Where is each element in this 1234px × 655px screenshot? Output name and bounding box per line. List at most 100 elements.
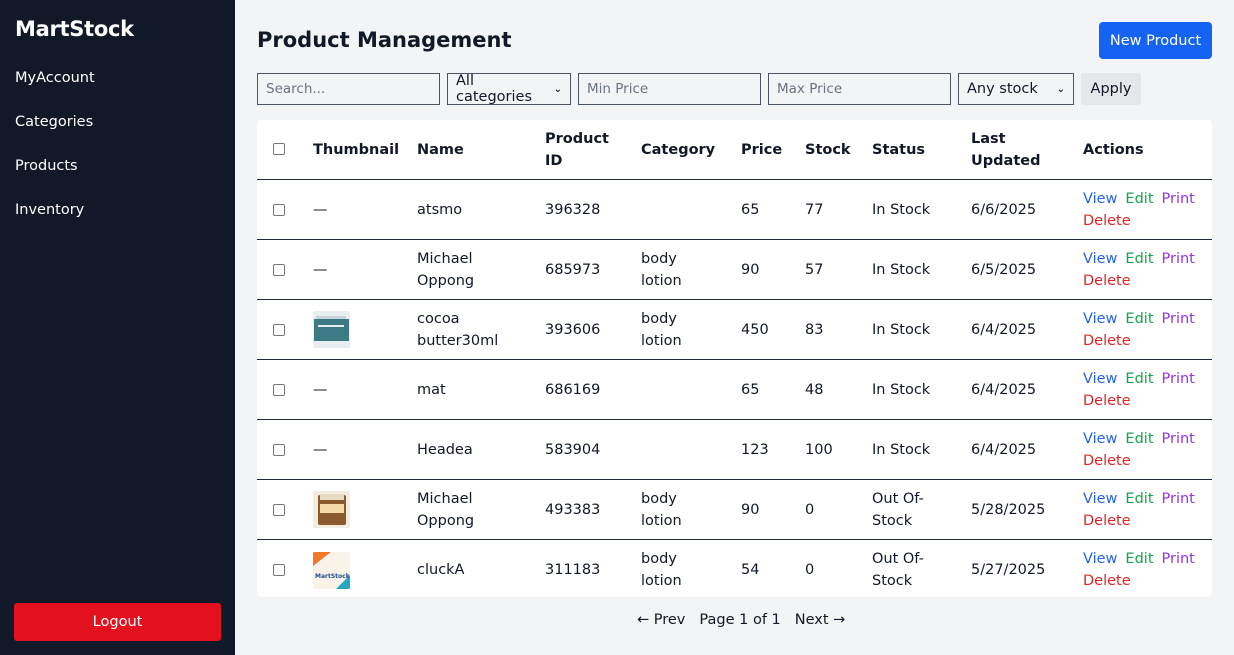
product-name: atsmo — [417, 180, 462, 239]
min-price-input[interactable] — [578, 73, 761, 105]
product-category: body lotion — [641, 300, 682, 359]
view-link[interactable]: View — [1083, 308, 1117, 330]
select-all-checkbox[interactable] — [273, 143, 285, 155]
thumbnail-cell: MartStock — [313, 540, 350, 597]
sidebar-item-inventory[interactable]: Inventory — [15, 196, 95, 240]
edit-link[interactable]: Edit — [1125, 368, 1153, 390]
edit-link[interactable]: Edit — [1125, 548, 1153, 570]
sidebar-item-products[interactable]: Products — [15, 152, 95, 196]
product-status: In Stock — [872, 300, 930, 359]
search-input[interactable] — [257, 73, 440, 105]
new-product-button[interactable]: New Product — [1099, 22, 1212, 59]
no-thumbnail-placeholder: — — [313, 261, 328, 278]
product-name-line1: cocoa — [417, 310, 460, 327]
view-link[interactable]: View — [1083, 368, 1117, 390]
table-row: MartStock cluckA 311183 body lotion 54 0 Out Of… — [257, 540, 1212, 597]
delete-link[interactable]: Delete — [1083, 210, 1131, 232]
product-category-line1: body — [641, 310, 677, 327]
row-checkbox[interactable] — [273, 564, 285, 576]
col-header-name[interactable]: Name — [417, 120, 464, 179]
product-status-line1: Out Of- — [872, 551, 924, 567]
col-header-category[interactable]: Category — [641, 120, 715, 179]
col-header-status[interactable]: Status — [872, 120, 925, 179]
product-price: 90 — [741, 261, 760, 278]
product-name: cluckA — [417, 540, 464, 597]
row-checkbox[interactable] — [273, 444, 285, 456]
print-link[interactable]: Print — [1162, 308, 1195, 330]
category-select[interactable]: All categories ⌄ — [447, 73, 571, 105]
view-link[interactable]: View — [1083, 248, 1117, 270]
product-thumbnail[interactable]: MartStock — [313, 551, 350, 589]
product-name-line1: mat — [417, 381, 446, 398]
product-status: In Stock — [872, 360, 930, 419]
table-header-row: Thumbnail Name Product ID Category Price… — [257, 120, 1212, 180]
print-link[interactable]: Print — [1162, 188, 1195, 210]
col-header-stock[interactable]: Stock — [805, 120, 851, 179]
print-link[interactable]: Print — [1162, 248, 1195, 270]
print-link[interactable]: Print — [1162, 368, 1195, 390]
row-checkbox[interactable] — [273, 504, 285, 516]
product-id: 493383 — [545, 501, 601, 518]
product-id: 393606 — [545, 321, 601, 338]
delete-link[interactable]: Delete — [1083, 450, 1131, 472]
product-price: 54 — [741, 562, 760, 578]
row-actions: View Edit Print Delete — [1083, 300, 1195, 359]
edit-link[interactable]: Edit — [1125, 248, 1153, 270]
row-checkbox[interactable] — [273, 264, 285, 276]
print-link[interactable]: Print — [1162, 548, 1195, 570]
col-header-product-id[interactable]: Product ID — [545, 120, 609, 179]
product-name-line1: atsmo — [417, 201, 463, 218]
row-checkbox[interactable] — [273, 324, 285, 336]
col-header-last-updated[interactable]: Last Updated — [971, 120, 1040, 179]
edit-link[interactable]: Edit — [1125, 488, 1153, 510]
sidebar-item-myaccount[interactable]: MyAccount — [15, 64, 95, 108]
apply-button[interactable]: Apply — [1081, 73, 1141, 105]
product-category: body lotion — [641, 240, 682, 299]
prev-page-button[interactable]: ← Prev — [637, 612, 685, 628]
sidebar-item-categories[interactable]: Categories — [15, 108, 95, 152]
print-link[interactable]: Print — [1162, 428, 1195, 450]
product-status: In Stock — [872, 180, 930, 239]
brand-logo[interactable]: MartStock — [15, 17, 134, 41]
no-thumbnail-placeholder: — — [313, 381, 328, 398]
view-link[interactable]: View — [1083, 428, 1117, 450]
row-actions: View Edit Print Delete — [1083, 480, 1195, 539]
delete-link[interactable]: Delete — [1083, 510, 1131, 532]
product-price: 90 — [741, 501, 760, 518]
delete-link[interactable]: Delete — [1083, 570, 1131, 592]
product-status-line1: Out Of- — [872, 490, 924, 507]
product-price: 450 — [741, 321, 769, 338]
view-link[interactable]: View — [1083, 548, 1117, 570]
delete-link[interactable]: Delete — [1083, 330, 1131, 352]
stock-select-value: Any stock — [967, 81, 1038, 97]
last-updated: 6/4/2025 — [971, 381, 1037, 398]
col-header-price[interactable]: Price — [741, 120, 782, 179]
product-thumbnail[interactable] — [313, 311, 350, 348]
product-name-line2: Oppong — [417, 272, 475, 289]
product-category-line1: body — [641, 250, 677, 267]
row-actions: View Edit Print Delete — [1083, 540, 1195, 597]
product-thumbnail[interactable] — [313, 491, 350, 528]
product-id: 686169 — [545, 381, 601, 398]
table-row: cocoa butter30ml 393606 body lotion 450 83 In S… — [257, 300, 1212, 360]
product-category-line2: lotion — [641, 573, 682, 589]
product-status: In Stock — [872, 240, 930, 299]
row-checkbox[interactable] — [273, 204, 285, 216]
thumbnail-cell — [313, 480, 350, 539]
delete-link[interactable]: Delete — [1083, 270, 1131, 292]
edit-link[interactable]: Edit — [1125, 308, 1153, 330]
product-status-line1: In Stock — [872, 381, 931, 398]
view-link[interactable]: View — [1083, 188, 1117, 210]
logout-button[interactable]: Logout — [14, 603, 221, 641]
edit-link[interactable]: Edit — [1125, 428, 1153, 450]
col-header-thumbnail: Thumbnail — [313, 141, 400, 158]
view-link[interactable]: View — [1083, 488, 1117, 510]
row-checkbox[interactable] — [273, 384, 285, 396]
product-id: 396328 — [545, 201, 601, 218]
next-page-button[interactable]: Next → — [795, 612, 846, 628]
max-price-input[interactable] — [768, 73, 951, 105]
delete-link[interactable]: Delete — [1083, 390, 1131, 412]
stock-select[interactable]: Any stock ⌄ — [958, 73, 1074, 105]
print-link[interactable]: Print — [1162, 488, 1195, 510]
edit-link[interactable]: Edit — [1125, 188, 1153, 210]
